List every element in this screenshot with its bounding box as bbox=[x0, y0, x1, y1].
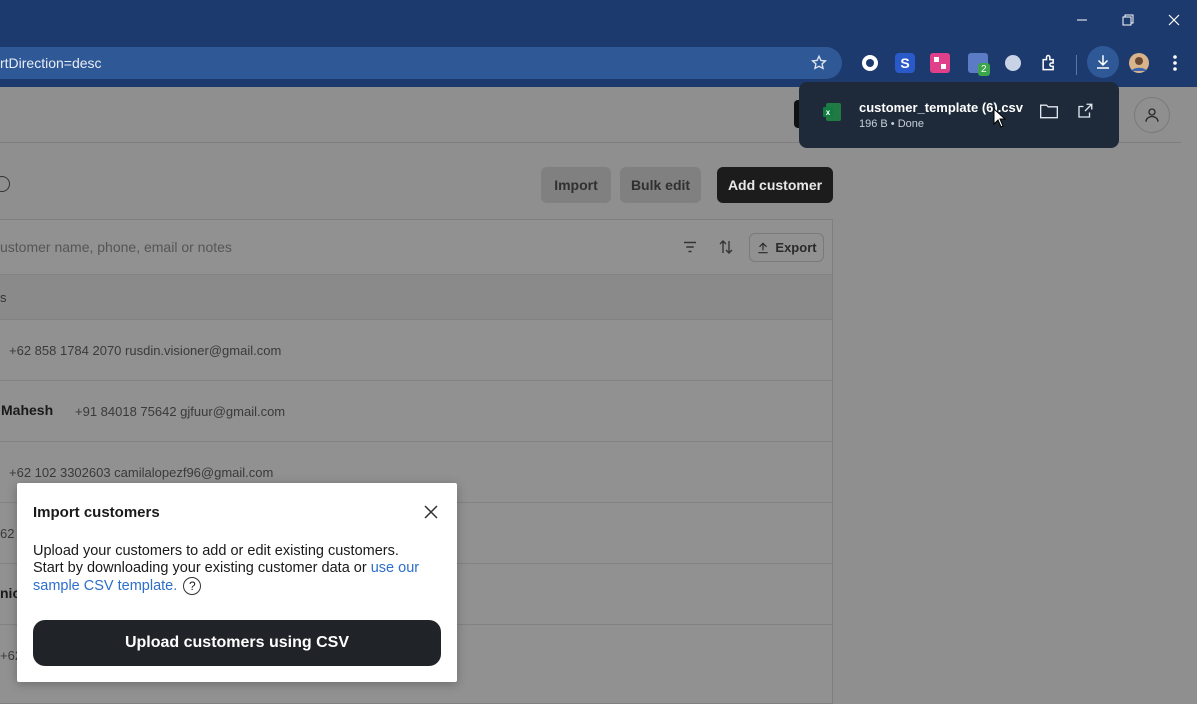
download-meta: 196 B • Done bbox=[859, 118, 925, 130]
show-in-folder-button[interactable] bbox=[1039, 102, 1059, 125]
extension-s[interactable]: S bbox=[893, 51, 917, 75]
extension-circle[interactable] bbox=[1001, 51, 1025, 75]
filter-icon bbox=[684, 241, 696, 253]
header-cell: s bbox=[0, 290, 7, 305]
minimize-icon bbox=[1077, 19, 1087, 21]
close-window-button[interactable] bbox=[1151, 0, 1197, 40]
dialog-body-line1: Upload your customers to add or edit exi… bbox=[33, 543, 399, 559]
import-customers-dialog: Import customers Upload your customers t… bbox=[17, 483, 457, 682]
user-icon bbox=[1145, 108, 1159, 122]
table-row[interactable]: Mahesh +91 84018 75642 gjfuur@gmail.com bbox=[0, 380, 832, 441]
excel-file-icon: x bbox=[822, 102, 842, 127]
dialog-body-line2: Start by downloading your existing custo… bbox=[33, 560, 371, 576]
avatar-icon bbox=[1129, 53, 1149, 73]
sort-icon bbox=[719, 240, 733, 254]
url-text: rtDirection=desc bbox=[0, 55, 102, 71]
minimize-button[interactable] bbox=[1059, 0, 1105, 40]
table-row[interactable]: +62 858 1784 2070 rusdin.visioner@gmail.… bbox=[0, 319, 832, 380]
close-dialog-button[interactable] bbox=[423, 504, 439, 525]
puzzle-icon bbox=[1042, 54, 1054, 71]
download-icon bbox=[1097, 55, 1109, 69]
browser-toolbar: rtDirection=desc S 2 bbox=[0, 40, 1197, 87]
cursor-arrow-icon bbox=[993, 107, 1007, 128]
excel-icon: x bbox=[823, 103, 841, 121]
extension-1[interactable] bbox=[858, 51, 882, 75]
contact-cell: +91 84018 75642 gjfuur@gmail.com bbox=[75, 404, 286, 419]
export-button[interactable]: Export bbox=[749, 233, 824, 262]
restore-icon bbox=[1122, 14, 1134, 26]
help-icon[interactable] bbox=[0, 176, 10, 192]
search-input[interactable]: ustomer name, phone, email or notes bbox=[0, 220, 670, 274]
sort-button[interactable] bbox=[717, 238, 735, 261]
address-bar[interactable]: rtDirection=desc bbox=[0, 47, 842, 79]
dialog-title: Import customers bbox=[33, 504, 160, 521]
browser-titlebar bbox=[0, 0, 1197, 40]
download-bubble: x customer_template (6).csv 196 B • Done bbox=[799, 82, 1119, 148]
upload-icon bbox=[758, 242, 769, 253]
svg-text:x: x bbox=[826, 108, 831, 117]
circle-extension-icon bbox=[1005, 55, 1021, 71]
name-cell: Mahesh bbox=[1, 402, 54, 418]
contact-cell: +62 102 3302603 camilalopezf96@gmail.com bbox=[9, 465, 274, 480]
import-button[interactable]: Import bbox=[541, 167, 611, 203]
export-label: Export bbox=[775, 240, 817, 255]
profile-avatar-button[interactable] bbox=[1127, 51, 1151, 75]
open-file-button[interactable] bbox=[1076, 102, 1094, 125]
close-icon bbox=[424, 505, 438, 519]
extension-lock-icon bbox=[862, 55, 878, 71]
help-circle-icon[interactable]: ? bbox=[183, 577, 202, 595]
pink-extension-icon bbox=[930, 53, 950, 73]
mouse-cursor bbox=[993, 107, 1007, 133]
folder-icon bbox=[1040, 104, 1058, 119]
bulk-edit-button[interactable]: Bulk edit bbox=[620, 167, 701, 203]
extension-pink[interactable] bbox=[928, 51, 952, 75]
open-external-icon bbox=[1078, 103, 1093, 118]
upload-csv-button[interactable]: Upload customers using CSV bbox=[33, 620, 441, 666]
extensions-button[interactable] bbox=[1037, 51, 1061, 75]
browser-menu-button[interactable] bbox=[1163, 51, 1187, 75]
restore-button[interactable] bbox=[1105, 0, 1151, 40]
extension-badge[interactable]: 2 bbox=[966, 51, 990, 76]
extension-badge-count: 2 bbox=[978, 63, 990, 76]
account-button[interactable] bbox=[1134, 97, 1170, 133]
star-icon bbox=[810, 54, 828, 70]
contact-cell: +62 858 1784 2070 rusdin.visioner@gmail.… bbox=[9, 343, 282, 358]
toolbar-divider bbox=[1076, 55, 1077, 75]
kebab-menu-icon bbox=[1173, 55, 1177, 71]
bookmark-star-button[interactable] bbox=[807, 51, 831, 75]
add-customer-button[interactable]: Add customer bbox=[717, 167, 833, 203]
filter-button[interactable] bbox=[681, 238, 699, 261]
s-logo-icon: S bbox=[895, 53, 915, 73]
contact-cell: 62 bbox=[0, 526, 15, 541]
table-header: s bbox=[0, 274, 832, 319]
close-icon bbox=[1168, 14, 1180, 26]
downloads-button[interactable] bbox=[1087, 46, 1119, 78]
svg-text:S: S bbox=[900, 55, 909, 71]
dialog-body: Upload your customers to add or edit exi… bbox=[33, 543, 443, 595]
